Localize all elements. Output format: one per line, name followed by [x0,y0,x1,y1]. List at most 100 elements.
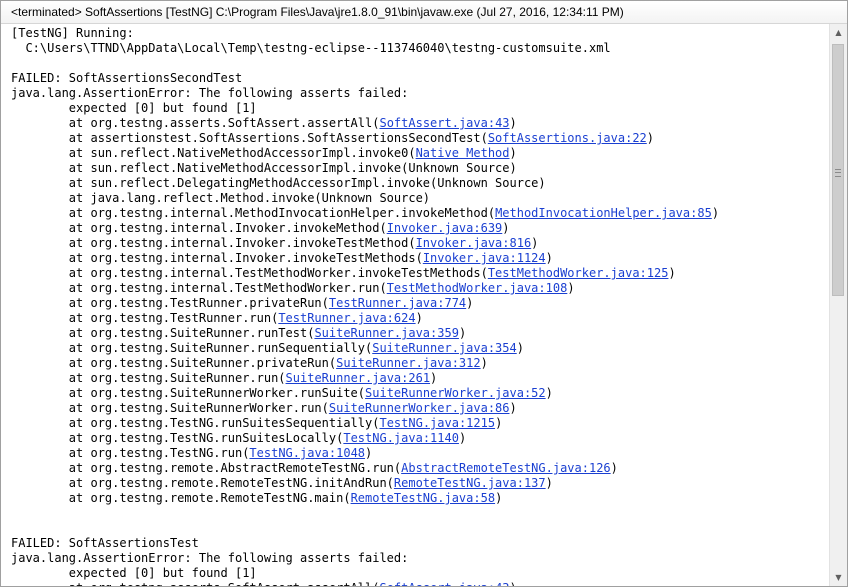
stack-trace-link[interactable]: SuiteRunnerWorker.java:52 [365,386,546,400]
down-arrow-icon[interactable]: ▼ [830,569,847,586]
console-line: at org.testng.internal.Invoker.invokeTes… [11,251,830,266]
stack-trace-link[interactable]: RemoteTestNG.java:137 [394,476,546,490]
console-line-suffix: ) [495,416,503,430]
stack-trace-link[interactable]: TestMethodWorker.java:125 [488,266,669,280]
console-line: at org.testng.TestRunner.run(TestRunner.… [11,311,830,326]
console-line-text: at org.testng.remote.AbstractRemoteTestN… [11,461,402,475]
console-line-suffix: ) [502,221,510,235]
console-line: at sun.reflect.NativeMethodAccessorImpl.… [11,146,830,161]
console-lines: [TestNG] Running: C:\Users\TTND\AppData\… [1,24,830,586]
console-line-text: at org.testng.TestNG.runSuitesSequential… [11,416,380,430]
console-line-text: at org.testng.TestRunner.run( [11,311,279,325]
stack-trace-link[interactable]: TestRunner.java:774 [329,296,466,310]
stack-trace-link[interactable]: SuiteRunnerWorker.java:86 [329,401,510,415]
console-line-text: at assertionstest.SoftAssertions.SoftAss… [11,131,488,145]
stack-trace-link[interactable]: SoftAssertions.java:22 [488,131,647,145]
stack-trace-link[interactable]: RemoteTestNG.java:58 [351,491,496,505]
console-line-suffix: ) [567,281,575,295]
console-line-text: at org.testng.SuiteRunner.runSequentiall… [11,341,373,355]
stack-trace-link[interactable]: TestNG.java:1140 [343,431,459,445]
console-line: at org.testng.SuiteRunnerWorker.runSuite… [11,386,830,401]
console-line-suffix: ) [509,146,517,160]
stack-trace-link[interactable]: SuiteRunner.java:312 [336,356,481,370]
console-line-suffix: ) [668,266,676,280]
console-title-bar: <terminated> SoftAssertions [TestNG] C:\… [1,1,847,24]
stack-trace-link[interactable]: AbstractRemoteTestNG.java:126 [401,461,611,475]
console-line: at org.testng.TestRunner.privateRun(Test… [11,296,830,311]
console-line-text: at org.testng.SuiteRunner.runTest( [11,326,315,340]
console-line-text: at sun.reflect.NativeMethodAccessorImpl.… [11,161,517,175]
console-line-suffix: ) [415,311,423,325]
console-line-suffix: ) [510,581,517,586]
stack-trace-link[interactable]: TestNG.java:1048 [249,446,365,460]
console-line-text: at org.testng.internal.Invoker.invokeTes… [11,251,423,265]
console-line-text: expected [0] but found [1] [11,101,257,115]
console-line-suffix: ) [545,251,553,265]
console-line-text: expected [0] but found [1] [11,566,257,580]
console-line: at org.testng.TestNG.runSuitesLocally(Te… [11,431,830,446]
console-line-text: at org.testng.SuiteRunner.run( [11,371,286,385]
console-line: at org.testng.SuiteRunner.runSequentiall… [11,341,830,356]
stack-trace-link[interactable]: SuiteRunner.java:354 [372,341,517,355]
console-line: at org.testng.remote.RemoteTestNG.initAn… [11,476,830,491]
console-line-text: at org.testng.internal.TestMethodWorker.… [11,281,387,295]
console-line: expected [0] but found [1] [11,566,830,581]
console-line: at assertionstest.SoftAssertions.SoftAss… [11,131,830,146]
console-line: at sun.reflect.NativeMethodAccessorImpl.… [11,161,830,176]
stack-trace-link[interactable]: Native Method [416,146,510,160]
console-line-suffix: ) [495,491,503,505]
stack-trace-link[interactable]: MethodInvocationHelper.java:85 [495,206,712,220]
console-line: at org.testng.remote.RemoteTestNG.main(R… [11,491,830,506]
vertical-scrollbar[interactable]: ▲ ▼ [829,24,847,586]
console-line-text: FAILED: SoftAssertionsTest [11,536,199,550]
stack-trace-link[interactable]: SoftAssert.java:43 [379,581,509,586]
stack-trace-link[interactable]: Invoker.java:1124 [423,251,546,265]
console-line-text: at org.testng.TestNG.run( [11,446,250,460]
console-line-text: [TestNG] Running: [11,26,134,40]
console-line: C:\Users\TTND\AppData\Local\Temp\testng-… [11,41,830,56]
console-line-suffix: ) [531,236,539,250]
console-line-text: at org.testng.internal.Invoker.invokeTes… [11,236,416,250]
console-line: at org.testng.asserts.SoftAssert.assertA… [11,581,830,586]
console-line-suffix: ) [480,356,488,370]
console-line: at org.testng.SuiteRunner.run(SuiteRunne… [11,371,830,386]
console-line-text: at org.testng.internal.Invoker.invokeMet… [11,221,387,235]
console-line-text: at java.lang.reflect.Method.invoke(Unkno… [11,191,431,205]
console-window: <terminated> SoftAssertions [TestNG] C:\… [0,0,848,587]
console-line: java.lang.AssertionError: The following … [11,551,830,566]
console-line-suffix: ) [430,371,438,385]
console-line-text: at org.testng.remote.RemoteTestNG.main( [11,491,351,505]
stack-trace-link[interactable]: SoftAssert.java:43 [379,116,509,130]
console-line-text: at org.testng.asserts.SoftAssert.assertA… [11,116,380,130]
console-line-text: at org.testng.SuiteRunner.privateRun( [11,356,337,370]
console-line: at org.testng.internal.TestMethodWorker.… [11,281,830,296]
console-line: [TestNG] Running: [11,26,830,41]
console-line-suffix: ) [458,431,467,445]
stack-trace-link[interactable]: Invoker.java:816 [416,236,532,250]
console-line: java.lang.AssertionError: The following … [11,86,830,101]
console-line-suffix: ) [458,326,467,340]
console-line: at java.lang.reflect.Method.invoke(Unkno… [11,191,830,206]
stack-trace-link[interactable]: TestRunner.java:624 [278,311,415,325]
console-line-text: at org.testng.TestRunner.privateRun( [11,296,329,310]
console-line: at org.testng.SuiteRunner.privateRun(Sui… [11,356,830,371]
console-line-text: at sun.reflect.DelegatingMethodAccessorI… [11,176,546,190]
stack-trace-link[interactable]: SuiteRunner.java:261 [286,371,431,385]
console-line-text: at org.testng.internal.MethodInvocationH… [11,206,496,220]
stack-trace-link[interactable]: SuiteRunner.java:359 [314,326,459,340]
console-line: FAILED: SoftAssertionsSecondTest [11,71,830,86]
stack-trace-link[interactable]: TestMethodWorker.java:108 [387,281,568,295]
stack-trace-link[interactable]: Invoker.java:639 [387,221,503,235]
console-line-text: at sun.reflect.NativeMethodAccessorImpl.… [11,146,416,160]
console-line: expected [0] but found [1] [11,101,830,116]
scrollbar-thumb[interactable] [832,44,844,296]
console-line-text: FAILED: SoftAssertionsSecondTest [11,71,243,85]
stack-trace-link[interactable]: TestNG.java:1215 [379,416,495,430]
up-arrow-icon[interactable]: ▲ [830,24,847,41]
console-line-text: at org.testng.remote.RemoteTestNG.initAn… [11,476,394,490]
console-output-area[interactable]: [TestNG] Running: C:\Users\TTND\AppData\… [1,24,830,586]
console-line-suffix: ) [646,131,655,145]
console-line: at org.testng.SuiteRunnerWorker.run(Suit… [11,401,830,416]
console-line-suffix: ) [545,476,553,490]
